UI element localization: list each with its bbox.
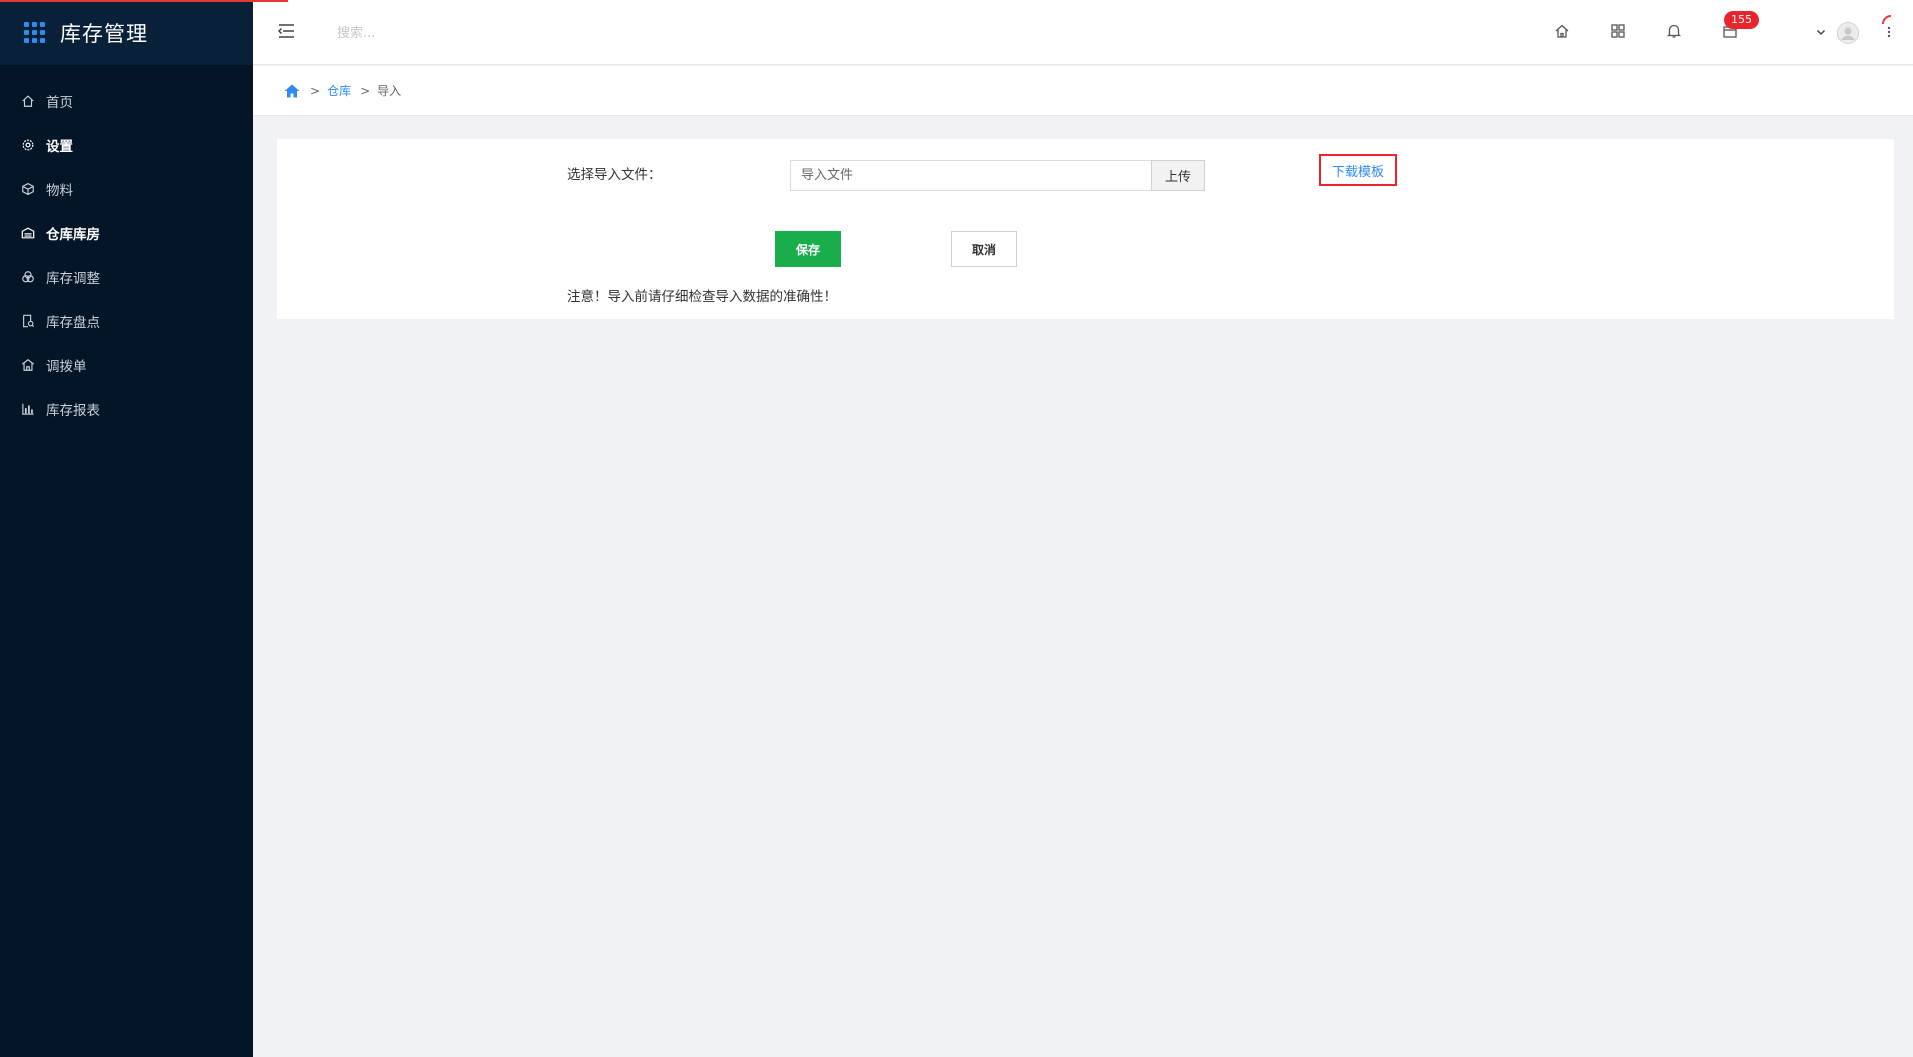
page-loading-bar <box>0 0 288 2</box>
cancel-button[interactable]: 取消 <box>951 231 1017 267</box>
warehouse-icon <box>20 225 36 241</box>
chevron-down-icon[interactable] <box>1815 26 1827 38</box>
breadcrumb-link-warehouse[interactable]: 仓库 <box>327 82 351 99</box>
sidebar-item-label: 首页 <box>46 95 73 111</box>
sidebar: 库存管理 首页 设置 物料 仓库库房 库存调整 库存盘点 调拨单 库存报表 <box>0 0 253 1057</box>
bell-icon[interactable] <box>1665 22 1683 40</box>
home-icon[interactable] <box>284 84 300 98</box>
top-header: 155 <box>253 0 1913 65</box>
sidebar-item-label: 库存盘点 <box>46 315 100 331</box>
sidebar-item-label: 物料 <box>46 183 73 199</box>
home-icon <box>20 93 36 109</box>
avatar[interactable] <box>1837 22 1859 44</box>
gear-icon <box>20 137 36 153</box>
apps-icon[interactable] <box>1609 22 1627 40</box>
breadcrumb: > 仓库 > 导入 <box>253 66 1913 116</box>
sidebar-item-label: 调拨单 <box>46 359 87 375</box>
notification-count-badge: 155 <box>1724 11 1759 29</box>
inventory-check-icon <box>20 313 36 329</box>
adjust-icon <box>20 269 36 285</box>
import-file-field[interactable] <box>790 160 1151 191</box>
search-input[interactable] <box>337 22 597 44</box>
transfer-icon <box>20 357 36 373</box>
sidebar-item-home[interactable]: 首页 <box>0 79 253 123</box>
sidebar-menu: 首页 设置 物料 仓库库房 库存调整 库存盘点 调拨单 库存报表 <box>0 65 253 431</box>
box-icon <box>20 181 36 197</box>
download-template-link[interactable]: 下载模板 <box>1319 154 1397 186</box>
sidebar-item-transfer[interactable]: 调拨单 <box>0 343 253 387</box>
sidebar-item-label: 设置 <box>46 139 73 155</box>
select-file-label: 选择导入文件： <box>567 167 662 183</box>
upload-button[interactable]: 上传 <box>1151 160 1205 191</box>
bar-chart-icon <box>20 401 36 417</box>
save-button[interactable]: 保存 <box>775 231 841 267</box>
import-form-card: 选择导入文件： 上传 下载模板 保存 取消 注意！导入前请仔细检查导入数据的准确… <box>277 139 1894 319</box>
sidebar-item-label: 库存调整 <box>46 271 100 287</box>
home-nav-icon[interactable] <box>1553 22 1571 40</box>
sidebar-item-warehouse[interactable]: 仓库库房 <box>0 211 253 255</box>
import-warning-note: 注意！导入前请仔细检查导入数据的准确性！ <box>567 289 837 305</box>
menu-toggle-icon[interactable] <box>276 22 296 40</box>
sidebar-item-label: 库存报表 <box>46 403 100 419</box>
breadcrumb-separator: > <box>310 83 321 98</box>
loading-spinner-icon <box>1881 14 1901 34</box>
sidebar-item-settings[interactable]: 设置 <box>0 123 253 167</box>
sidebar-item-stock-report[interactable]: 库存报表 <box>0 387 253 431</box>
sidebar-item-materials[interactable]: 物料 <box>0 167 253 211</box>
sidebar-item-label: 仓库库房 <box>46 227 100 243</box>
breadcrumb-current: 导入 <box>377 84 402 98</box>
sidebar-item-stock-adjust[interactable]: 库存调整 <box>0 255 253 299</box>
apps-grid-icon <box>24 21 46 44</box>
more-vertical-icon[interactable] <box>1887 22 1891 38</box>
breadcrumb-separator: > <box>360 83 371 98</box>
sidebar-item-stock-count[interactable]: 库存盘点 <box>0 299 253 343</box>
brand[interactable]: 库存管理 <box>0 0 253 65</box>
app-title: 库存管理 <box>60 21 148 46</box>
